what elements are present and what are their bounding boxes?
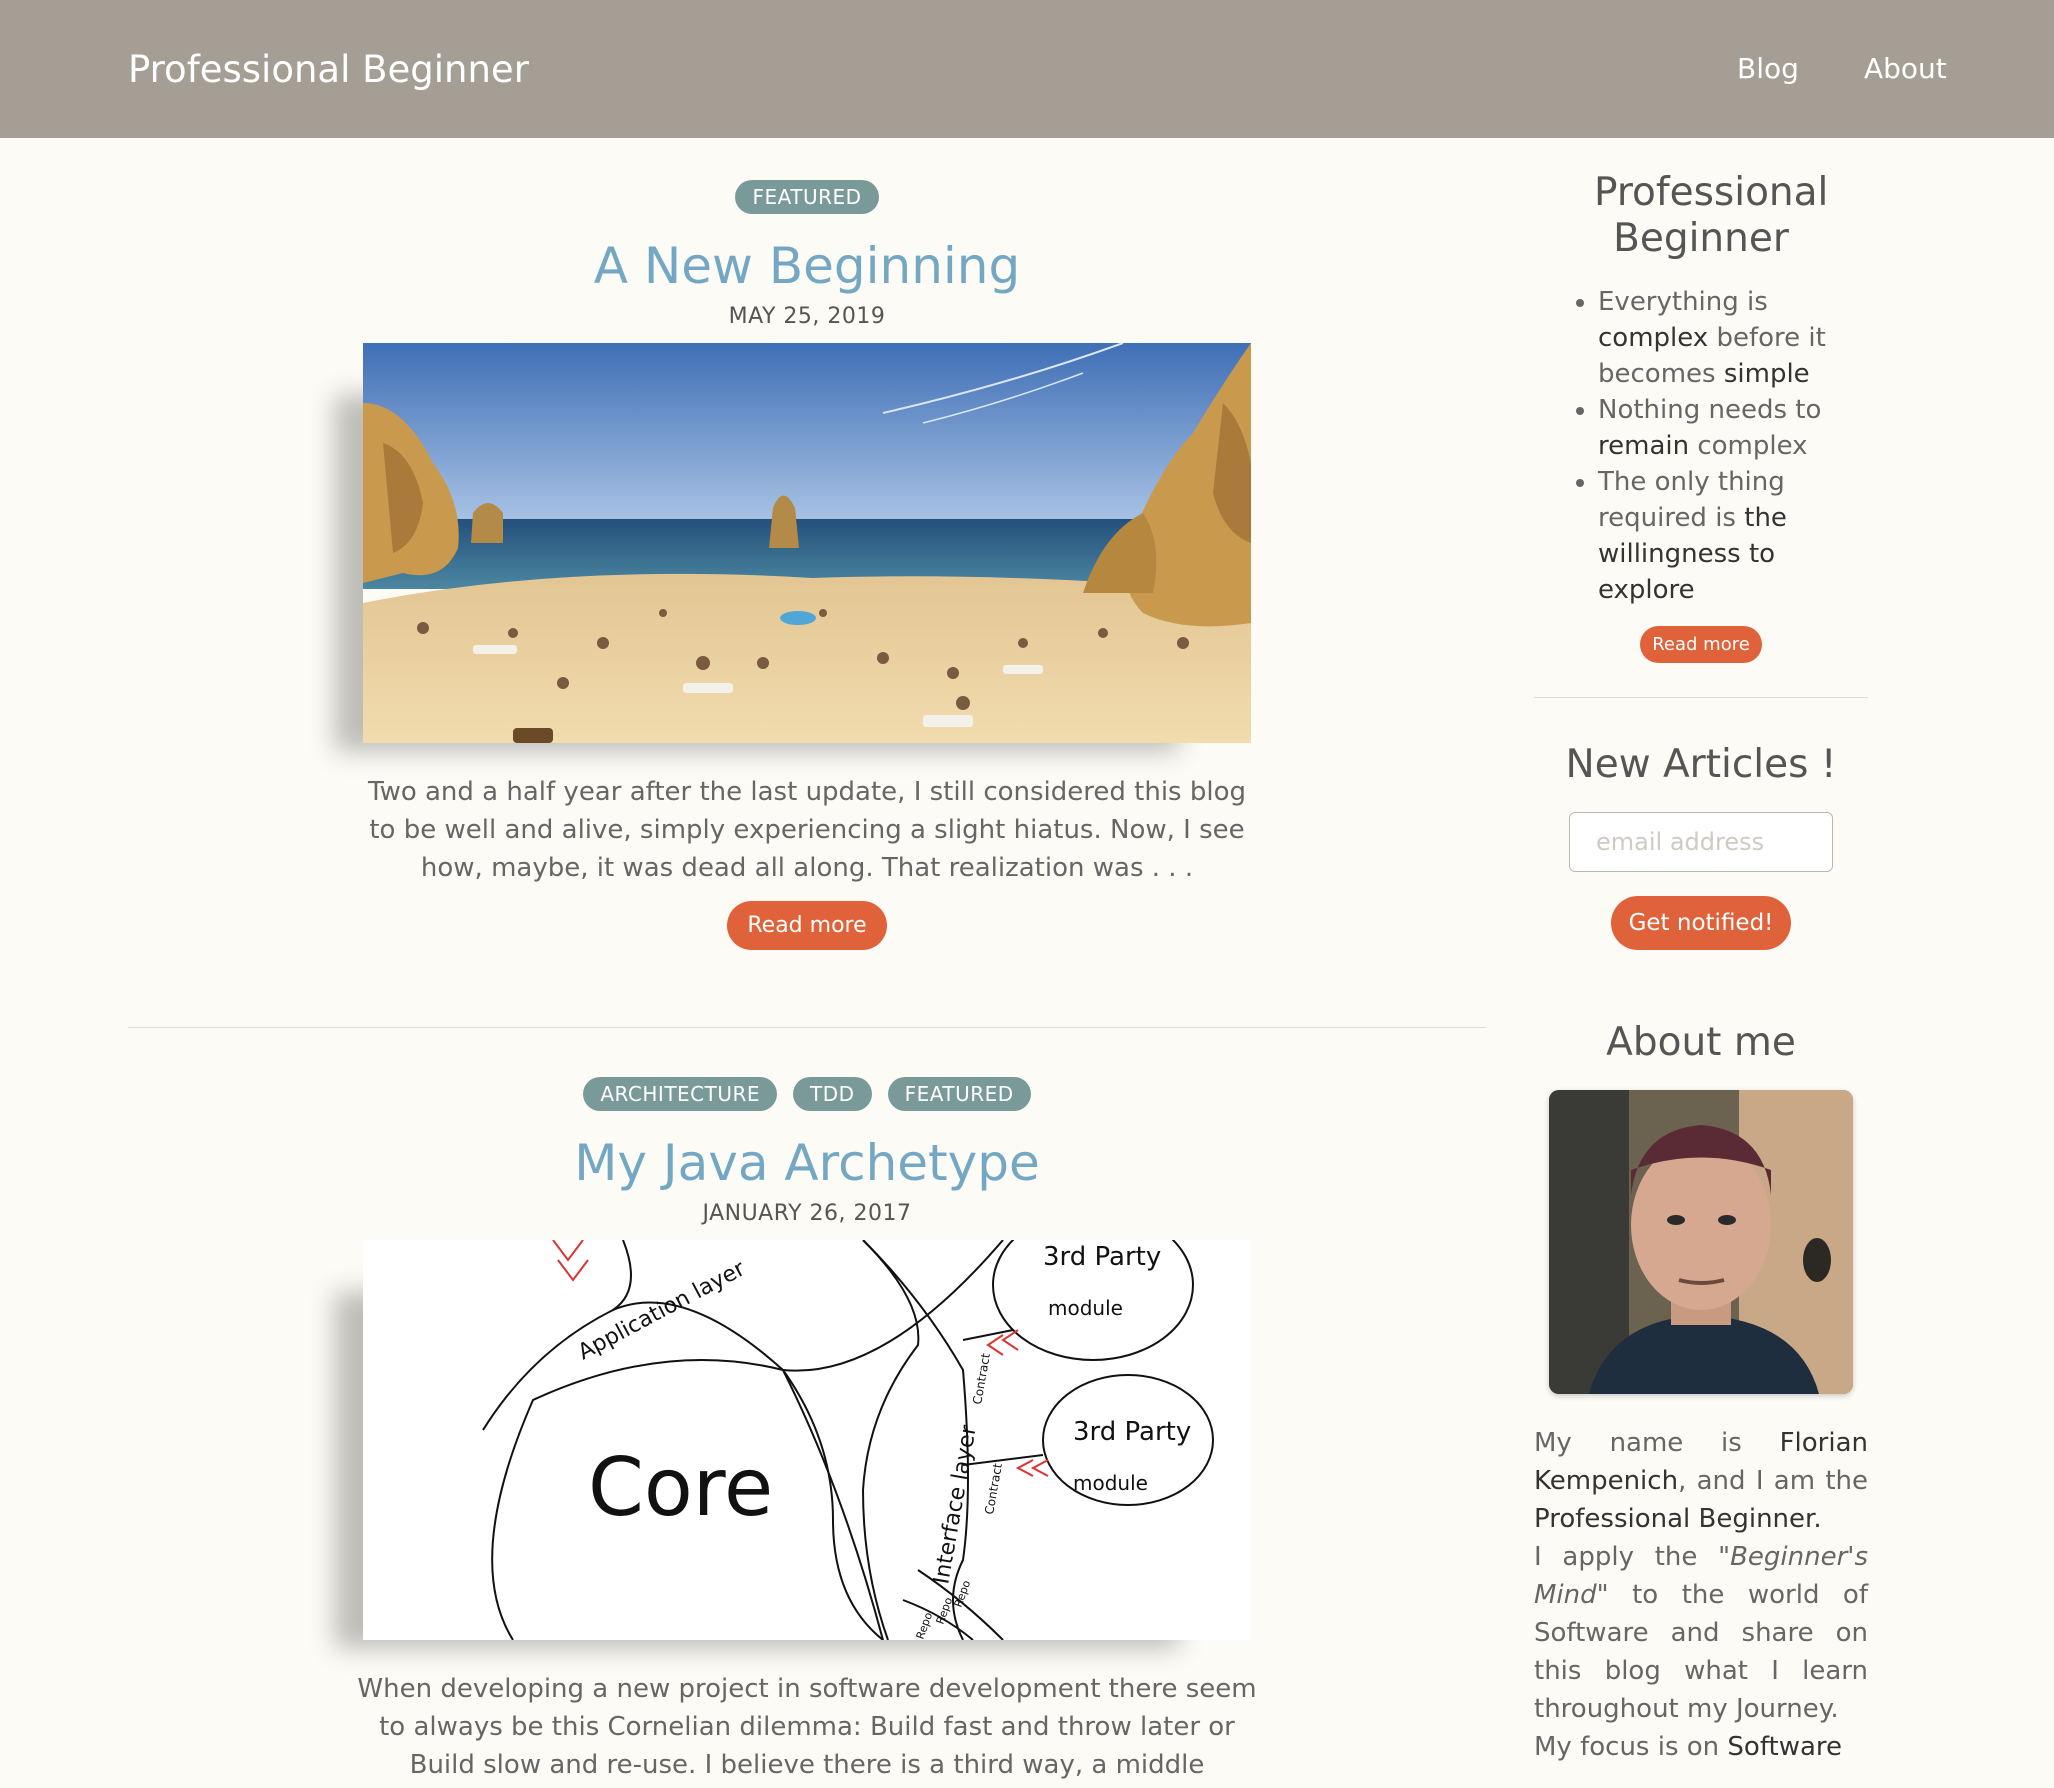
sidebar-intro-title: Professional Beginner [1594, 170, 1829, 261]
about-title: About me [1606, 1020, 1796, 1065]
post-card: ARCHITECTURE TDD FEATURED My Java Archet… [128, 1077, 1486, 1784]
label-interface-layer: Interface layer [929, 1423, 982, 1587]
nav-about[interactable]: About [1864, 52, 1947, 85]
label-third-party: 3rd Party [1073, 1417, 1191, 1447]
architecture-sketch: Application layer Core Interface layer 3… [482, 1240, 1214, 1640]
newsletter-title: New Articles ! [1565, 742, 1837, 787]
motto-item: The only thing required is the willingne… [1598, 464, 1868, 608]
post-card: FEATURED A New Beginning MAY 25, 2019 Tw… [128, 180, 1486, 950]
tag-featured[interactable]: FEATURED [887, 1077, 1031, 1111]
sidebar-divider [1534, 697, 1868, 698]
label-core: Core [588, 1441, 773, 1534]
label-contract: Contract [970, 1352, 993, 1406]
site-brand[interactable]: Professional Beginner [128, 48, 529, 91]
sidebar: Professional Beginner Everything is comp… [1534, 138, 1868, 1766]
label-application-layer: Application layer [574, 1256, 750, 1365]
post-tags: ARCHITECTURE TDD FEATURED [128, 1077, 1486, 1111]
post-title[interactable]: My Java Archetype [128, 1135, 1486, 1191]
get-notified-button[interactable]: Get notified! [1610, 896, 1792, 950]
about-bio: My name is Florian Kempenich, and I am t… [1534, 1428, 1868, 1762]
post-image[interactable] [363, 343, 1251, 743]
post-image[interactable]: Application layer Core Interface layer 3… [363, 1240, 1251, 1640]
post-title[interactable]: A New Beginning [128, 238, 1486, 294]
profile-photo [1549, 1090, 1853, 1394]
post-excerpt: When developing a new project in softwar… [357, 1674, 1257, 1780]
label-repo: Repo [914, 1610, 936, 1640]
post-divider [128, 1027, 1486, 1028]
motto-item: Everything is complex before it becomes … [1598, 284, 1868, 392]
nav-blog[interactable]: Blog [1737, 52, 1799, 85]
motto-item: Nothing needs to remain complex [1598, 392, 1868, 464]
intro-read-more-button[interactable]: Read more [1640, 626, 1762, 663]
label-contract: Contract [982, 1462, 1005, 1516]
tag-featured[interactable]: FEATURED [735, 180, 879, 214]
post-date: MAY 25, 2019 [728, 304, 886, 329]
beach-photo [363, 343, 1251, 743]
tag-tdd[interactable]: TDD [793, 1077, 872, 1111]
avatar [1549, 1090, 1853, 1394]
motto-list: Everything is complex before it becomes … [1534, 284, 1868, 608]
site-header: Professional Beginner Blog About [0, 0, 2054, 138]
label-module: module [1048, 1296, 1123, 1320]
tag-architecture[interactable]: ARCHITECTURE [583, 1077, 778, 1111]
post-tags: FEATURED [128, 180, 1486, 214]
post-excerpt: Two and a half year after the last updat… [367, 777, 1246, 883]
label-module: module [1073, 1471, 1148, 1495]
post-date: JANUARY 26, 2017 [702, 1201, 912, 1226]
email-field[interactable] [1569, 812, 1833, 872]
label-repo: Repo [934, 1595, 956, 1626]
read-more-button[interactable]: Read more [727, 901, 887, 950]
label-third-party: 3rd Party [1043, 1242, 1161, 1272]
